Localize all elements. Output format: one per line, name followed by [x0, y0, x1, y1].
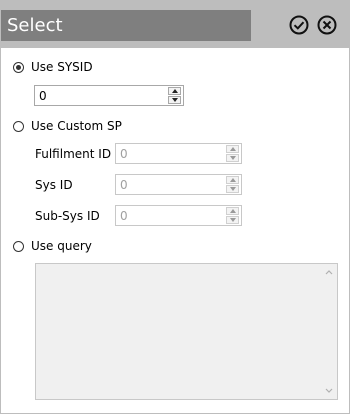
sub-sys-id-decrement-button[interactable]: [226, 216, 239, 224]
radio-indicator[interactable]: [13, 61, 24, 73]
arrow-up-icon: [230, 147, 236, 151]
arrow-down-icon: [230, 218, 236, 222]
sub-sys-id-value[interactable]: 0: [120, 208, 128, 224]
use-sysid-radio[interactable]: Use SYSID: [13, 59, 93, 75]
arrow-up-icon: [172, 89, 178, 93]
sys-id-spinner: [226, 176, 240, 193]
sysid-decrement-button[interactable]: [168, 96, 181, 104]
arrow-down-icon: [172, 98, 178, 102]
sys-id-value[interactable]: 0: [120, 177, 128, 193]
use-query-label: Use query: [31, 239, 92, 253]
close-button[interactable]: [316, 14, 338, 36]
scroll-down-icon[interactable]: [325, 387, 333, 395]
dialog-title: Select: [7, 15, 63, 36]
arrow-down-icon: [230, 187, 236, 191]
sysid-value[interactable]: 0: [39, 88, 47, 104]
fulfilment-id-increment-button[interactable]: [226, 145, 239, 153]
select-dialog: Select Use SYSID 0 Use Custom SP Fulfilm…: [0, 0, 350, 414]
sys-id-increment-button[interactable]: [226, 176, 239, 184]
title-bar: Select: [1, 10, 251, 41]
sub-sys-id-label: Sub-Sys ID: [35, 209, 100, 223]
sysid-increment-button[interactable]: [168, 87, 181, 95]
sysid-spinner: [168, 87, 182, 104]
arrow-up-icon: [230, 178, 236, 182]
use-custom-sp-label: Use Custom SP: [31, 119, 122, 133]
sysid-input[interactable]: 0: [34, 85, 184, 106]
fulfilment-id-value[interactable]: 0: [120, 146, 128, 162]
radio-indicator[interactable]: [13, 120, 24, 132]
scroll-up-icon[interactable]: [325, 268, 333, 276]
confirm-button[interactable]: [288, 14, 310, 36]
fulfilment-id-spinner: [226, 145, 240, 162]
arrow-up-icon: [230, 209, 236, 213]
sub-sys-id-spinner: [226, 207, 240, 224]
query-textarea[interactable]: [35, 263, 338, 400]
use-sysid-label: Use SYSID: [31, 60, 93, 74]
use-custom-sp-radio[interactable]: Use Custom SP: [13, 118, 122, 134]
sys-id-decrement-button[interactable]: [226, 185, 239, 193]
use-query-radio[interactable]: Use query: [13, 238, 92, 254]
arrow-down-icon: [230, 156, 236, 160]
dialog-header: Select: [1, 1, 349, 48]
sys-id-input[interactable]: 0: [115, 174, 242, 195]
sys-id-label: Sys ID: [35, 178, 73, 192]
close-circle-icon: [317, 15, 337, 35]
fulfilment-id-input[interactable]: 0: [115, 143, 242, 164]
query-scrollbar[interactable]: [321, 264, 337, 399]
check-circle-icon: [289, 15, 309, 35]
sub-sys-id-input[interactable]: 0: [115, 205, 242, 226]
sub-sys-id-increment-button[interactable]: [226, 207, 239, 215]
radio-indicator[interactable]: [13, 240, 24, 252]
fulfilment-id-label: Fulfilment ID: [35, 147, 112, 161]
fulfilment-id-decrement-button[interactable]: [226, 154, 239, 162]
